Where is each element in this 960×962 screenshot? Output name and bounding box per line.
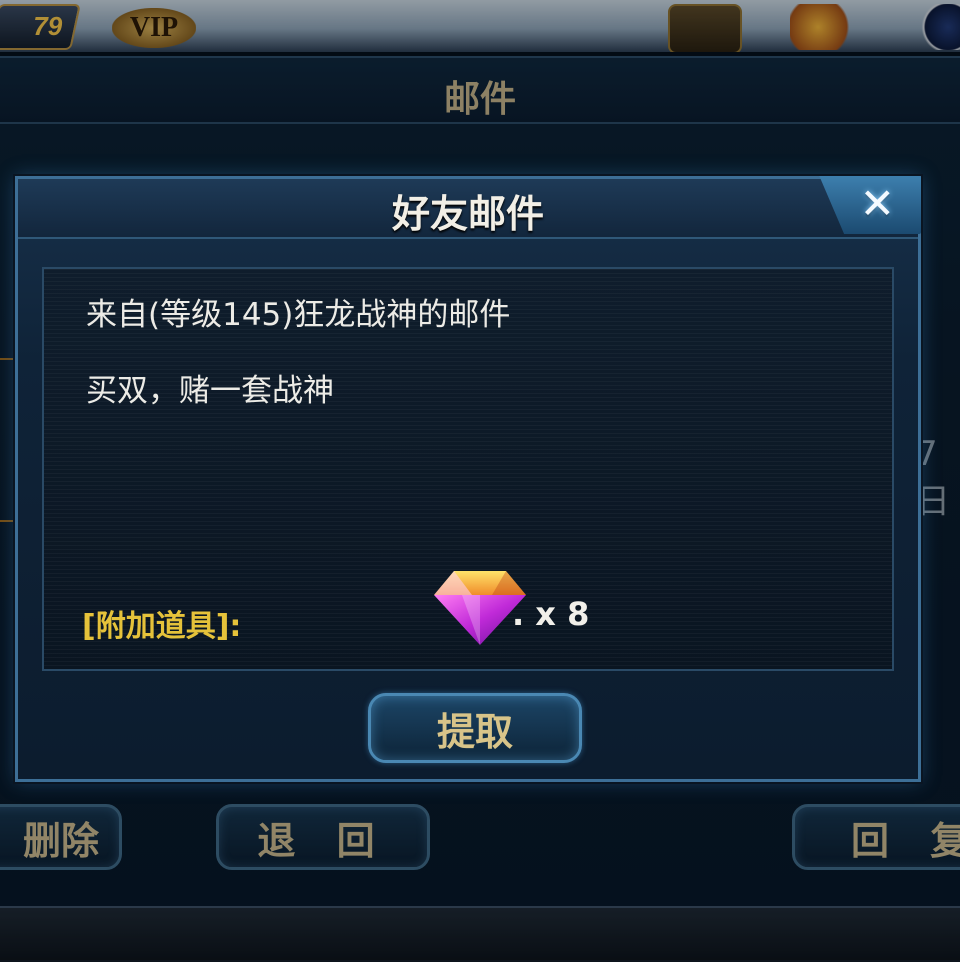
friend-mail-dialog: 好友邮件 ✕ 来自(等级145)狂龙战神的邮件 买双，赌一套战神 [附加道具]: [15,176,921,782]
dialog-titlebar: 好友邮件 [18,179,918,239]
attachment-quantity: . x 8 [512,595,590,633]
mail-content-box: 来自(等级145)狂龙战神的邮件 买双，赌一套战神 [附加道具]: . x 8 [42,267,894,671]
claim-button[interactable]: 提取 [368,693,582,763]
mail-sender-line: 来自(等级145)狂龙战神的邮件 [86,297,511,333]
attachment-label: [附加道具]: [82,609,242,644]
close-icon[interactable]: ✕ [860,180,895,228]
dialog-title: 好友邮件 [391,192,544,236]
mail-body-text: 买双，赌一套战神 [86,373,334,409]
